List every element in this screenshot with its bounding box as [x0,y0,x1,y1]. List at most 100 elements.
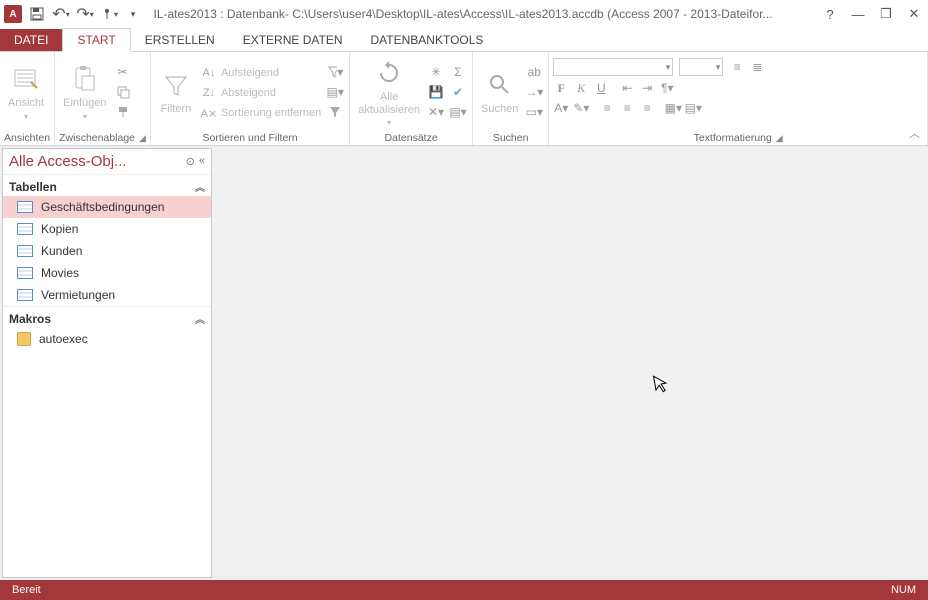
nav-macro-item[interactable]: autoexec [3,328,211,350]
suchen-button[interactable]: Suchen [477,67,522,117]
nav-table-item[interactable]: Vermietungen [3,284,211,306]
table-icon [17,267,33,279]
navigation-pane: Alle Access-Obj... ⊙ « Tabellen ︽ Geschäf… [2,148,212,578]
spelling-icon[interactable]: ✔ [450,84,466,100]
nav-table-item[interactable]: Kunden [3,240,211,262]
section-collapse-icon[interactable]: ︽ [195,179,205,194]
dialog-launcher-icon[interactable]: ◢ [776,133,783,143]
search-icon [484,69,516,101]
replace-icon[interactable]: ab [526,64,542,80]
group-zwischenablage: Einfügen ▾ ✂ Zwischenablage◢ [55,52,151,145]
group-tf-label: Textformatierung◢ [553,130,923,145]
copy-icon[interactable] [115,84,131,100]
selection-filter-icon[interactable]: ▾ [327,64,343,80]
bold-icon[interactable]: F [553,80,569,96]
nav-table-item[interactable]: Geschäftsbedingungen [3,196,211,218]
sort-entfernen-button[interactable]: A⨯Sortierung entfernen [199,104,323,122]
filtern-button[interactable]: Filtern [155,67,197,117]
alt-row-color-icon[interactable]: ▤▾ [685,100,701,116]
group-suchen: Suchen ab →▾ ▭▾ Suchen [473,52,549,145]
undo-icon[interactable]: ↶▾ [52,5,70,23]
font-color-icon[interactable]: A▾ [553,100,569,116]
save-icon[interactable] [28,5,46,23]
tab-datenbanktools[interactable]: DATENBANKTOOLS [357,29,498,51]
more-records-icon[interactable]: ▤▾ [450,104,466,120]
chevron-down-icon: ▾ [387,118,391,127]
window-title: IL-ates2013 : Datenbank- C:\Users\user4\… [148,7,814,21]
window-controls: ? — ❐ ✕ [820,6,924,22]
paste-icon [69,63,101,95]
nav-section-tables[interactable]: Tabellen ︽ [3,174,211,196]
align-center-icon[interactable]: ≡ [619,100,635,116]
group-zw-label: Zwischenablage◢ [59,130,146,145]
absteigend-button[interactable]: Z↓Absteigend [199,84,323,102]
save-record-icon[interactable]: 💾 [428,84,444,100]
font-size-combo[interactable]: ▾ [679,58,723,76]
close-icon[interactable]: ✕ [904,6,924,22]
clipboard-mini: ✂ [113,62,133,122]
redo-icon[interactable]: ↷▾ [76,5,94,23]
font-family-combo[interactable]: ▾ [553,58,673,76]
group-ansichten: Ansicht ▾ Ansichten [0,52,55,145]
tab-file[interactable]: DATEI [0,29,62,51]
table-icon [17,201,33,213]
qat-customize-icon[interactable]: ▾ [124,5,142,23]
group-textformat: ▾ ▾ ≡ ≣ F K U ⇤ ⇥ ¶▾ [549,52,928,145]
einfuegen-button[interactable]: Einfügen ▾ [59,61,110,122]
aktualisieren-button[interactable]: Alle aktualisieren ▾ [354,55,424,128]
gridlines-icon[interactable]: ▦▾ [665,100,681,116]
macro-icon [17,332,31,346]
collapse-ribbon-icon[interactable]: ︿ [909,125,920,141]
align-right-icon[interactable]: ≡ [639,100,655,116]
ansicht-label: Ansicht [8,97,44,109]
help-icon[interactable]: ? [820,7,840,22]
goto-icon[interactable]: →▾ [526,84,542,100]
nav-section-macros[interactable]: Makros ︽ [3,306,211,328]
table-icon [17,245,33,257]
restore-icon[interactable]: ❐ [876,6,896,22]
nav-collapse-icon[interactable]: « [199,155,205,168]
underline-icon[interactable]: U [593,80,609,96]
numbering-icon[interactable]: ≣ [749,59,765,75]
delete-record-icon[interactable]: ✕▾ [428,104,444,120]
text-direction-icon[interactable]: ¶▾ [659,80,675,96]
format-painter-icon[interactable] [115,104,131,120]
section-collapse-icon[interactable]: ︽ [195,311,205,326]
sort-asc-icon: A↓ [201,65,217,81]
tab-externe-daten[interactable]: EXTERNE DATEN [229,29,357,51]
nav-pane-title: Alle Access-Obj... [9,153,127,170]
chevron-down-icon: ▾ [83,112,87,121]
tab-erstellen[interactable]: ERSTELLEN [131,29,229,51]
nav-table-item[interactable]: Kopien [3,218,211,240]
refresh-icon [373,57,405,89]
new-record-icon[interactable]: ✳ [428,64,444,80]
title-bar: A ↶▾ ↷▾ ▾ ▾ IL-ates2013 : Datenbank- C:\… [0,0,928,28]
dialog-launcher-icon[interactable]: ◢ [139,133,146,143]
bullets-icon[interactable]: ≡ [729,59,745,75]
italic-icon[interactable]: K [573,80,589,96]
group-datensaetze: Alle aktualisieren ▾ ✳ 💾 ✕▾ Σ ✔ ▤▾ Daten… [350,52,473,145]
view-icon [10,63,42,95]
tab-start[interactable]: START [62,28,130,52]
status-left: Bereit [12,584,41,596]
toggle-filter-icon[interactable] [327,104,343,120]
document-area [214,146,928,580]
highlight-icon[interactable]: ✎▾ [573,100,589,116]
cursor-icon [652,373,669,395]
select-icon[interactable]: ▭▾ [526,104,542,120]
increase-indent-icon[interactable]: ⇥ [639,80,655,96]
advanced-filter-icon[interactable]: ▤▾ [327,84,343,100]
nav-pane-header[interactable]: Alle Access-Obj... ⊙ « [3,149,211,174]
minimize-icon[interactable]: — [848,7,868,22]
totals-icon[interactable]: Σ [450,64,466,80]
status-bar: Bereit NUM [0,580,928,600]
align-left-icon[interactable]: ≡ [599,100,615,116]
nav-dropdown-icon[interactable]: ⊙ [186,155,195,168]
aufsteigend-button[interactable]: A↓Aufsteigend [199,64,323,82]
ansicht-button[interactable]: Ansicht ▾ [4,61,48,122]
decrease-indent-icon[interactable]: ⇤ [619,80,635,96]
group-sort-label: Sortieren und Filtern [155,130,345,145]
nav-table-item[interactable]: Movies [3,262,211,284]
cut-icon[interactable]: ✂ [115,64,131,80]
touch-mode-icon[interactable]: ▾ [100,5,118,23]
